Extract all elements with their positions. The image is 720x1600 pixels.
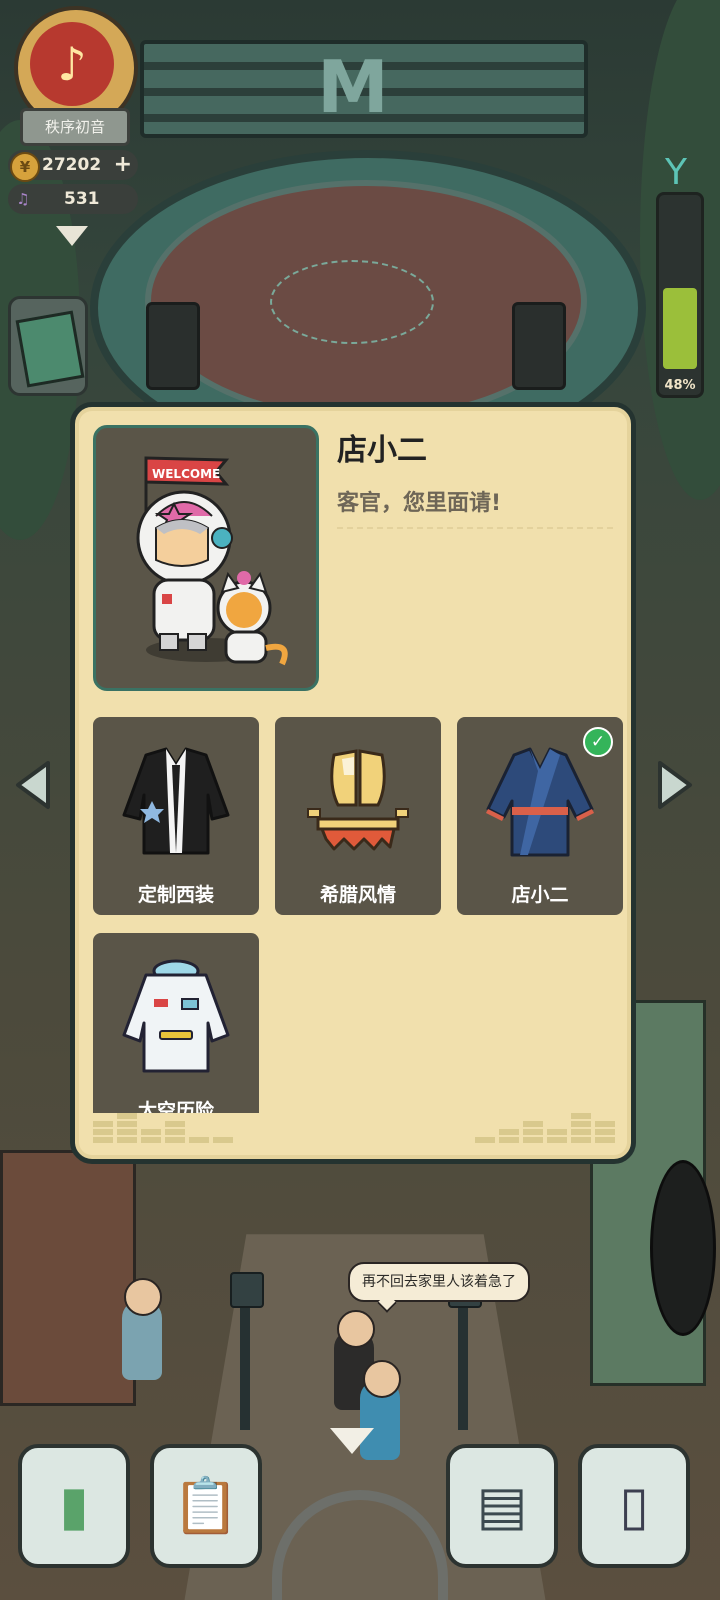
character-name: 店小二 bbox=[337, 433, 427, 468]
add-coins-button[interactable]: + bbox=[114, 150, 132, 180]
npc-head bbox=[124, 1278, 162, 1316]
speaker-right bbox=[512, 302, 566, 390]
album-button[interactable] bbox=[8, 296, 88, 396]
previous-character-arrow-icon[interactable] bbox=[14, 760, 54, 810]
outfit-card-suit[interactable]: 定制西装 bbox=[93, 717, 259, 915]
npc-head bbox=[363, 1360, 401, 1398]
paint-roller-icon: ▮ bbox=[59, 1474, 89, 1537]
divider bbox=[337, 527, 617, 529]
greek-armor-icon bbox=[307, 749, 409, 851]
outfit-label: 希腊风情 bbox=[319, 884, 396, 906]
outfit-label: 店小二 bbox=[511, 884, 569, 906]
coin-value: 27202 bbox=[42, 155, 102, 175]
stage-sign-letter: M bbox=[317, 45, 389, 129]
character-greeting: 客官，您里面请! bbox=[337, 491, 502, 516]
coin-icon: ¥ bbox=[10, 152, 40, 182]
street-lamp bbox=[230, 1272, 264, 1430]
equalizer-decoration-left bbox=[93, 1113, 233, 1143]
energy-meter[interactable]: 48% bbox=[656, 192, 704, 398]
music-note-icon: ♫ bbox=[16, 190, 30, 208]
clipboard-icon: 📋 bbox=[172, 1474, 240, 1537]
outfit-modal: WELCOME 店小二 客官，您里面请! 定制西装 希腊风情 ✓ 店小二 太空历… bbox=[70, 402, 636, 1164]
notebook-button[interactable]: ▤ bbox=[446, 1444, 558, 1568]
outfit-label: 定制西装 bbox=[137, 884, 214, 906]
note-counter: ♫ 531 bbox=[8, 184, 138, 214]
market-stall bbox=[0, 1150, 136, 1406]
npc-head bbox=[337, 1310, 375, 1348]
task-board-button[interactable]: 📋 bbox=[150, 1444, 262, 1568]
phone-icon: ▯ bbox=[619, 1474, 649, 1537]
selected-check-icon: ✓ bbox=[583, 727, 613, 757]
energy-percent-label: 48% bbox=[664, 378, 696, 393]
welcome-flag-text: WELCOME bbox=[152, 467, 220, 481]
phone-button[interactable]: ▯ bbox=[578, 1444, 690, 1568]
astronaut-character-illustration: WELCOME bbox=[136, 456, 288, 666]
coin-counter[interactable]: ¥ 27202 + bbox=[8, 150, 138, 182]
outfit-label: 太空历险 bbox=[137, 1100, 214, 1113]
speaker-left bbox=[146, 302, 200, 390]
hud-expand-arrow-icon[interactable] bbox=[56, 226, 88, 246]
energy-meter-fill bbox=[663, 288, 697, 369]
character-portrait: WELCOME bbox=[93, 425, 319, 691]
notebook-icon: ▤ bbox=[476, 1474, 528, 1537]
blue-robe-icon bbox=[486, 747, 594, 857]
outfit-grid: 定制西装 希腊风情 ✓ 店小二 太空历险 bbox=[93, 717, 623, 1113]
note-value: 531 bbox=[64, 189, 100, 209]
decorate-button[interactable]: ▮ bbox=[18, 1444, 130, 1568]
trophy-icon: Y bbox=[665, 152, 687, 193]
stage-decoration bbox=[270, 260, 434, 344]
scroll-down-arrow-icon[interactable] bbox=[330, 1428, 374, 1454]
vinyl-record bbox=[650, 1160, 716, 1336]
tuxedo-icon bbox=[122, 747, 230, 855]
player-name: 秩序初音 bbox=[20, 108, 130, 146]
record-album-icon bbox=[15, 310, 85, 388]
music-note-badge-icon: ♪ bbox=[30, 22, 114, 106]
street-lamp bbox=[448, 1272, 482, 1430]
npc-speech-bubble: 再不回去家里人该着急了 bbox=[348, 1262, 530, 1302]
equalizer-decoration-right bbox=[475, 1113, 615, 1143]
space-jacket-icon bbox=[122, 959, 230, 1073]
next-character-arrow-icon[interactable] bbox=[654, 760, 694, 810]
outfit-card-waiter[interactable]: ✓ 店小二 bbox=[457, 717, 623, 915]
outfit-card-greek[interactable]: 希腊风情 bbox=[275, 717, 441, 915]
outfit-card-space[interactable]: 太空历险 bbox=[93, 933, 259, 1113]
